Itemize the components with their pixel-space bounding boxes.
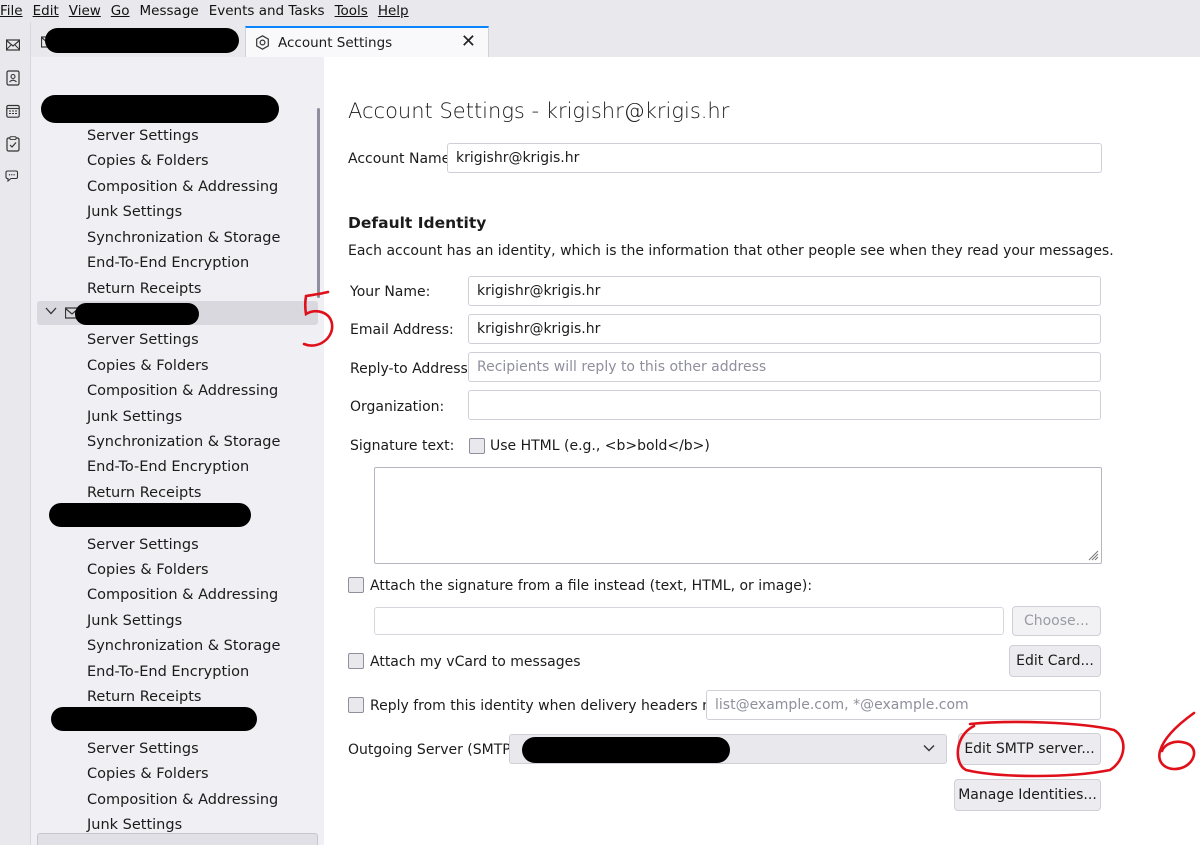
tree-item[interactable]: Server Settings (87, 332, 199, 348)
tree-item[interactable]: Copies & Folders (87, 358, 209, 374)
tree-item[interactable]: Synchronization & Storage (87, 434, 280, 450)
menu-go[interactable]: Go (111, 0, 130, 22)
default-identity-heading: Default Identity (348, 214, 487, 232)
mail-icon[interactable] (5, 37, 21, 53)
tree-item[interactable]: Return Receipts (87, 689, 201, 705)
tasks-icon[interactable] (5, 136, 21, 152)
chat-icon[interactable] (5, 169, 21, 185)
tree-item[interactable]: Server Settings (87, 128, 199, 144)
redacted-account-4 (51, 707, 257, 731)
tree-item[interactable]: End-To-End Encryption (87, 255, 249, 271)
annotation-mark-5: 5 (302, 290, 334, 347)
chevron-down-icon (922, 741, 936, 759)
tree-item[interactable]: Composition & Addressing (87, 383, 278, 399)
calendar-icon[interactable] (5, 103, 21, 119)
outgoing-server-select[interactable] (509, 734, 947, 764)
tab-account-settings[interactable]: Account Settings ✕ (245, 26, 489, 57)
redacted-tab-title (45, 28, 239, 53)
account-row-selected[interactable] (37, 301, 318, 325)
manage-identities-button[interactable]: Manage Identities... (954, 779, 1101, 811)
tree-item[interactable]: End-To-End Encryption (87, 459, 249, 475)
tree-item[interactable]: Junk Settings (87, 613, 182, 629)
your-name-label: Your Name: (350, 284, 431, 300)
menu-events-tasks[interactable]: Events and Tasks (209, 0, 325, 22)
tree-item[interactable]: Copies & Folders (87, 562, 209, 578)
tree-item[interactable]: Server Settings (87, 741, 199, 757)
use-html-label: Use HTML (e.g., <b>bold</b>) (490, 438, 710, 454)
tree-item[interactable]: Synchronization & Storage (87, 638, 280, 654)
tree-item[interactable]: Synchronization & Storage (87, 230, 280, 246)
reply-from-identity-label: Reply from this identity when delivery h… (370, 698, 752, 714)
annotation-mark-6: 6 (1158, 711, 1196, 771)
signature-file-path[interactable] (374, 607, 1004, 635)
redacted-smtp-server (522, 737, 730, 763)
redacted-account-1 (41, 95, 279, 123)
reply-from-identity-checkbox[interactable] (348, 697, 364, 713)
tree-item[interactable]: Copies & Folders (87, 766, 209, 782)
chevron-down-icon[interactable] (45, 307, 57, 315)
menu-file-label: File (0, 3, 23, 19)
account-name-field[interactable]: krigishr@krigis.hr (447, 143, 1102, 173)
attach-signature-file-checkbox[interactable] (348, 577, 364, 593)
edit-card-button[interactable]: Edit Card... (1009, 645, 1101, 677)
reply-to-input[interactable]: Recipients will reply to this other addr… (468, 352, 1101, 382)
settings-gear-icon (255, 35, 270, 50)
address-book-icon[interactable] (5, 70, 21, 86)
menu-help-label: Help (377, 3, 409, 19)
tree-item[interactable]: Composition & Addressing (87, 179, 278, 195)
menu-tools[interactable]: Tools (335, 0, 368, 22)
organization-label: Organization: (350, 399, 445, 415)
menu-help[interactable]: Help (378, 0, 409, 22)
close-icon[interactable]: ✕ (461, 31, 476, 53)
spaces-toolbar (0, 22, 31, 845)
menu-file[interactable]: File (0, 0, 23, 22)
signature-textarea[interactable] (374, 467, 1102, 564)
menu-message[interactable]: Message (140, 0, 199, 22)
choose-file-button[interactable]: Choose... (1012, 606, 1101, 636)
attach-signature-file-label: Attach the signature from a file instead… (370, 578, 813, 594)
account-tree: Server Settings Copies & Folders Composi… (31, 57, 324, 845)
signature-text-label: Signature text: (350, 438, 455, 454)
page-title: Account Settings - krigishr@krigis.hr (348, 99, 730, 123)
use-html-checkbox[interactable] (469, 438, 485, 454)
resize-grip-icon[interactable] (1087, 549, 1099, 561)
tree-item[interactable]: End-To-End Encryption (87, 664, 249, 680)
tree-item[interactable]: Return Receipts (87, 485, 201, 501)
menu-bar: File Edit View Go Message Events and Tas… (0, 0, 1200, 22)
tree-item[interactable]: Composition & Addressing (87, 587, 278, 603)
reply-to-label: Reply-to Address: (350, 361, 473, 377)
tab-label: Account Settings (278, 34, 393, 51)
tab-bar: Account Settings ✕ (31, 22, 1200, 57)
annotation-circle-edit-smtp (956, 720, 1125, 778)
menu-edit-label: Edit (32, 3, 59, 19)
redacted-account-3 (49, 503, 251, 527)
tree-item[interactable]: Junk Settings (87, 817, 182, 833)
menu-edit[interactable]: Edit (33, 0, 59, 22)
tree-item[interactable]: Copies & Folders (87, 153, 209, 169)
tree-item[interactable]: Server Settings (87, 537, 199, 553)
attach-vcard-checkbox[interactable] (348, 653, 364, 669)
tree-item[interactable]: Composition & Addressing (87, 792, 278, 808)
account-name-label: Account Name: (348, 151, 455, 167)
your-name-field[interactable]: krigishr@krigis.hr (468, 276, 1101, 306)
email-address-label: Email Address: (350, 322, 454, 338)
organization-field[interactable] (468, 390, 1101, 420)
tree-item[interactable]: Return Receipts (87, 281, 201, 297)
outgoing-server-label: Outgoing Server (SMTP): (348, 742, 521, 758)
account-actions-button[interactable] (37, 833, 318, 845)
email-address-field[interactable]: krigishr@krigis.hr (468, 314, 1101, 344)
menu-tools-label: Tools (334, 3, 368, 19)
menu-go-label: Go (110, 3, 130, 19)
redacted-account-2 (75, 303, 199, 325)
tree-item[interactable]: Junk Settings (87, 409, 182, 425)
tree-item[interactable]: Junk Settings (87, 204, 182, 220)
sidebar-scrollbar[interactable] (317, 108, 320, 298)
menu-view-label: View (68, 3, 101, 19)
tab-mail[interactable] (31, 26, 243, 57)
default-identity-description: Each account has an identity, which is t… (348, 243, 1114, 259)
menu-view[interactable]: View (69, 0, 101, 22)
delivery-headers-input[interactable]: list@example.com, *@example.com (706, 690, 1101, 720)
attach-vcard-label: Attach my vCard to messages (370, 654, 581, 670)
